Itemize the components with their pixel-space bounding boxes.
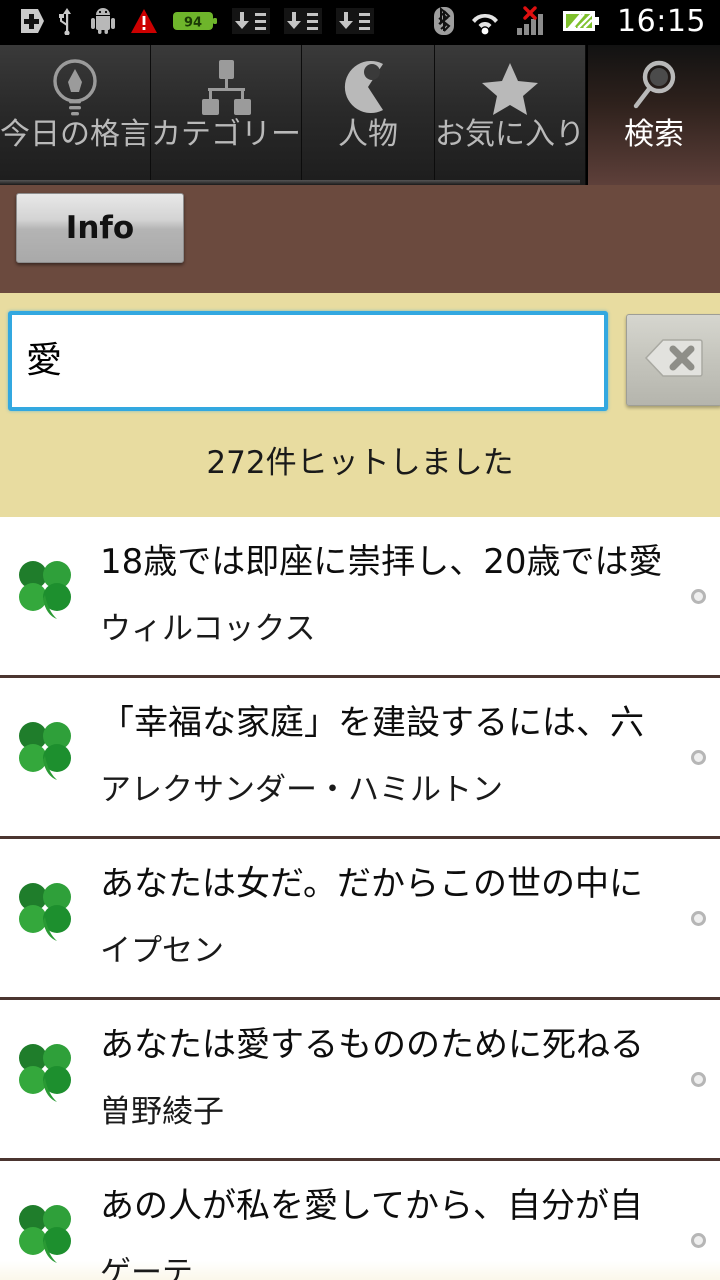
list-item-marker-icon — [691, 911, 706, 926]
tab-category[interactable]: カテゴリー — [151, 45, 302, 185]
search-area: 愛 272件ヒットしました — [0, 293, 720, 517]
download-icon — [284, 7, 322, 38]
status-bar-clock: 16:15 — [617, 4, 706, 39]
status-bar-right-icons: 16:15 — [433, 4, 720, 41]
tab-label: 検索 — [624, 117, 684, 152]
tab-bar: 今日の格言 カテゴリー 人物 お気に入り 検索 — [0, 45, 720, 185]
tab-label: お気に入り — [435, 117, 585, 152]
hierarchy-icon — [196, 54, 256, 120]
bluetooth-icon — [433, 6, 455, 40]
list-item-quote: あなたは愛するもののために死ねる — [100, 1026, 644, 1065]
status-bar-left-icons: 94 — [0, 7, 433, 39]
search-input-value: 愛 — [26, 340, 63, 381]
clover-icon — [12, 555, 78, 627]
search-input[interactable]: 愛 — [8, 311, 608, 411]
list-item[interactable]: 18歳では即座に崇拝し、20歳では愛 ウィルコックス — [0, 517, 720, 678]
tab-search[interactable]: 検索 — [586, 45, 720, 185]
tab-label: 人物 — [338, 117, 398, 152]
clover-icon — [12, 1038, 78, 1110]
signal-no-service-icon — [515, 5, 549, 40]
svg-text:94: 94 — [184, 15, 202, 30]
warning-triangle-icon — [130, 8, 158, 38]
tab-label: 今日の格言 — [0, 117, 150, 152]
wifi-icon — [468, 7, 502, 39]
tab-favorites[interactable]: お気に入り — [435, 45, 586, 185]
download-icon — [336, 7, 374, 38]
list-item-marker-icon — [691, 1233, 706, 1248]
backspace-delete-icon — [644, 337, 704, 383]
list-item-author: イプセン — [100, 933, 224, 969]
list-item-marker-icon — [691, 589, 706, 604]
list-item-marker-icon — [691, 1072, 706, 1087]
search-row: 愛 — [8, 311, 720, 411]
star-icon — [479, 54, 541, 120]
list-item-author: ウィルコックス — [100, 611, 316, 647]
list-item-quote: あなたは女だ。だからこの世の中に — [100, 865, 643, 904]
download-icon — [232, 7, 270, 38]
clover-icon — [12, 716, 78, 788]
clover-icon — [12, 877, 78, 949]
person-pacman-icon — [339, 54, 397, 120]
clover-icon — [12, 1199, 78, 1271]
tab-today-quote[interactable]: 今日の格言 — [0, 45, 151, 185]
tab-person[interactable]: 人物 — [302, 45, 435, 185]
lightbulb-icon — [46, 54, 104, 120]
search-hits-text: 272件ヒットしました — [206, 445, 514, 481]
list-item[interactable]: あなたは女だ。だからこの世の中に イプセン — [0, 839, 720, 1000]
list-item[interactable]: あの人が私を愛してから、自分が自 ゲーテ — [0, 1161, 720, 1280]
info-bar: Info — [0, 185, 720, 293]
magnifier-icon — [625, 54, 683, 120]
list-item-author: ゲーテ — [100, 1255, 193, 1280]
list-item-author: アレクサンダー・ハミルトン — [100, 772, 503, 808]
app-badge-icon — [18, 7, 44, 39]
search-results-list[interactable]: 18歳では即座に崇拝し、20歳では愛 ウィルコックス 「幸福な家庭」を建設するに… — [0, 517, 720, 1280]
status-bar: 94 16:15 — [0, 0, 720, 45]
list-item-quote: 18歳では即座に崇拝し、20歳では愛 — [100, 543, 663, 582]
clear-search-button[interactable] — [626, 314, 720, 406]
tab-label: カテゴリー — [151, 117, 301, 152]
list-item[interactable]: あなたは愛するもののために死ねる 曽野綾子 — [0, 1000, 720, 1161]
list-item[interactable]: 「幸福な家庭」を建設するには、六 アレクサンダー・ハミルトン — [0, 678, 720, 839]
android-robot-icon — [90, 7, 116, 38]
battery-94-icon: 94 — [172, 8, 218, 38]
battery-charging-icon — [562, 7, 600, 39]
usb-icon — [58, 7, 76, 39]
info-button[interactable]: Info — [16, 193, 184, 263]
list-item-author: 曽野綾子 — [100, 1094, 224, 1130]
list-item-quote: 「幸福な家庭」を建設するには、六 — [100, 704, 644, 743]
app-root: 94 16:15 今日の格言 カテゴリー 人物 お気に入り 検索 Info 愛 … — [0, 0, 720, 1280]
list-item-marker-icon — [691, 750, 706, 765]
list-item-quote: あの人が私を愛してから、自分が自 — [100, 1187, 643, 1226]
